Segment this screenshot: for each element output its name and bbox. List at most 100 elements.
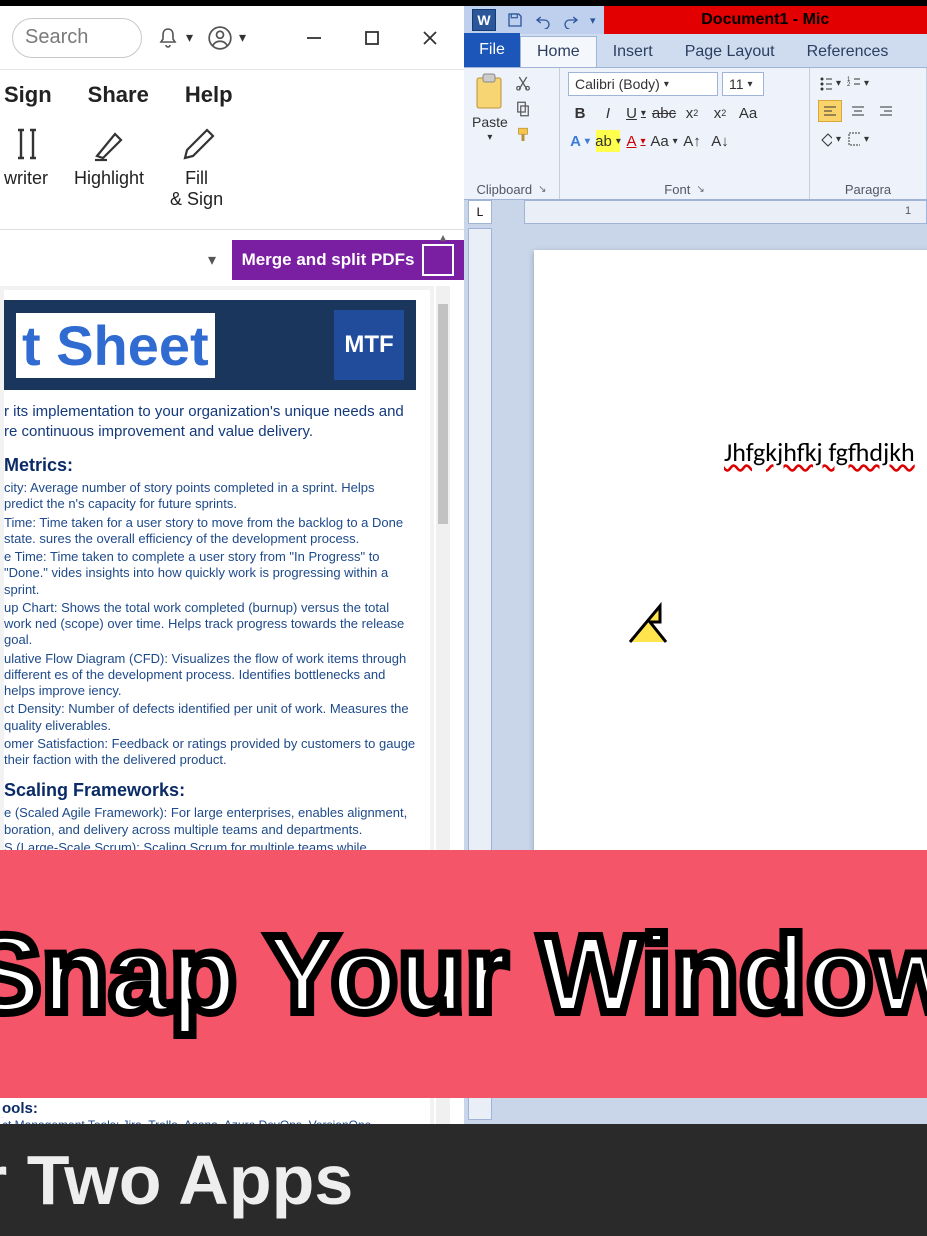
overlay-banner-main: Snap Your Window <box>0 850 927 1098</box>
text-effects-button[interactable]: A <box>568 130 592 152</box>
strikethrough-button[interactable]: abc <box>652 102 676 124</box>
tab-page-layout[interactable]: Page Layout <box>669 37 791 67</box>
undo-icon[interactable] <box>534 11 552 29</box>
numbering-button[interactable]: 12 <box>846 72 870 94</box>
notifications-button[interactable] <box>156 26 193 50</box>
redo-icon[interactable] <box>562 11 580 29</box>
svg-text:2: 2 <box>847 82 851 88</box>
metric-item: city: Average number of story points com… <box>4 480 416 513</box>
bell-icon <box>156 26 180 50</box>
format-painter-icon[interactable] <box>514 126 532 144</box>
overlay-bottom-text: r Two Apps <box>0 1140 353 1220</box>
superscript-button[interactable]: x2 <box>708 102 732 124</box>
font-color-button[interactable]: A <box>624 130 648 152</box>
tab-references[interactable]: References <box>791 37 905 67</box>
minimize-button[interactable] <box>292 16 336 60</box>
pen-icon <box>177 124 217 164</box>
tool-label: Fill & Sign <box>170 168 223 210</box>
banner-dropdown[interactable]: ▾ <box>208 250 216 270</box>
typewriter-tool[interactable]: writer <box>4 124 48 189</box>
group-clipboard: Paste ▾ Clipboard <box>464 68 560 199</box>
scroll-up-button[interactable]: ▴ <box>436 230 450 244</box>
save-icon[interactable] <box>506 11 524 29</box>
section-heading-tools: ools: <box>0 1098 430 1117</box>
tab-insert[interactable]: Insert <box>597 37 669 67</box>
subscript-button[interactable]: x2 <box>680 102 704 124</box>
grow-font-button[interactable]: A↑ <box>680 130 704 152</box>
ribbon-tabs: File Home Insert Page Layout References <box>464 34 927 68</box>
overlay-banner-bottom: r Two Apps <box>0 1124 927 1236</box>
close-icon <box>421 29 439 47</box>
metric-item: ct Density: Number of defects identified… <box>4 701 416 734</box>
quick-access-toolbar: W ▾ <box>464 9 604 31</box>
change-case-button[interactable]: Aa <box>736 102 760 124</box>
metric-item: Time: Time taken for a user story to mov… <box>4 515 416 548</box>
cut-icon[interactable] <box>514 74 532 92</box>
tool-label: Highlight <box>74 168 144 189</box>
bold-button[interactable]: B <box>568 102 592 124</box>
window-title: Document1 - Mic <box>604 6 927 34</box>
align-right-icon <box>878 103 894 119</box>
metric-item: e Time: Time taken to complete a user st… <box>4 549 416 598</box>
close-button[interactable] <box>408 16 452 60</box>
underline-button[interactable]: U <box>624 102 648 124</box>
group-font: Calibri (Body) 11 B I U abc x2 x2 Aa A a… <box>560 68 810 199</box>
copy-icon[interactable] <box>514 100 532 118</box>
section-heading-metrics: Metrics: <box>4 455 416 476</box>
group-label-paragraph: Paragra <box>818 180 918 199</box>
align-center-icon <box>850 103 866 119</box>
tool-label: writer <box>4 168 48 189</box>
font-size-combo[interactable]: 11 <box>722 72 764 96</box>
shading-button[interactable] <box>818 128 842 150</box>
highlight-color-button[interactable]: ab <box>596 130 620 152</box>
maximize-button[interactable] <box>350 16 394 60</box>
mtf-badge: MTF <box>334 310 404 380</box>
tab-selector[interactable]: L <box>468 200 492 224</box>
horizontal-ruler[interactable]: 1 <box>524 200 927 224</box>
pdf-toolstrip: writer Highlight Fill & Sign <box>0 120 464 230</box>
menu-help[interactable]: Help <box>185 82 233 108</box>
pdf-menubar: Sign Share Help <box>0 70 464 120</box>
metric-item: omer Satisfaction: Feedback or ratings p… <box>4 736 416 769</box>
word-titlebar: W ▾ Document1 - Mic <box>464 6 927 34</box>
maximize-icon <box>363 29 381 47</box>
doc-intro: r its implementation to your organizatio… <box>4 402 416 441</box>
highlight-tool[interactable]: Highlight <box>74 124 144 189</box>
fill-sign-tool[interactable]: Fill & Sign <box>170 124 223 210</box>
pdf-titlebar: Search <box>0 6 464 70</box>
group-label-clipboard[interactable]: Clipboard <box>472 180 551 199</box>
tab-home[interactable]: Home <box>520 36 597 67</box>
text-cursor-icon <box>6 124 46 164</box>
section-heading-scaling: Scaling Frameworks: <box>4 780 416 801</box>
menu-share[interactable]: Share <box>88 82 149 108</box>
borders-button[interactable] <box>846 128 870 150</box>
group-paragraph: 12 Paragra <box>810 68 927 199</box>
paste-button[interactable]: Paste ▾ <box>472 72 508 144</box>
minimize-icon <box>305 29 323 47</box>
font-name-combo[interactable]: Calibri (Body) <box>568 72 718 96</box>
scaling-item: e (Scaled Agile Framework): For large en… <box>4 805 416 838</box>
bullets-icon <box>819 75 832 91</box>
highlighter-icon <box>89 124 129 164</box>
paste-label: Paste <box>472 114 508 130</box>
shrink-font-button[interactable]: A↓ <box>708 130 732 152</box>
merge-split-banner[interactable]: Merge and split PDFs <box>232 240 464 280</box>
italic-button[interactable]: I <box>596 102 620 124</box>
align-left-button[interactable] <box>818 100 842 122</box>
char-scale-button[interactable]: Aa <box>652 130 676 152</box>
menu-sign[interactable]: Sign <box>4 82 52 108</box>
align-center-button[interactable] <box>846 100 870 122</box>
borders-icon <box>847 131 860 147</box>
search-input[interactable]: Search <box>12 18 142 58</box>
typed-text: Jhfgkjhfkj fgfhdjkh <box>724 436 915 468</box>
cursor-arrow-icon <box>624 598 668 648</box>
word-logo-icon: W <box>472 9 496 31</box>
tab-file[interactable]: File <box>464 33 520 67</box>
paint-bucket-icon <box>819 131 832 147</box>
account-button[interactable] <box>207 25 246 51</box>
group-label-font[interactable]: Font <box>568 180 801 199</box>
align-right-button[interactable] <box>874 100 898 122</box>
qat-customize[interactable]: ▾ <box>590 14 596 27</box>
ruler-tick: 1 <box>905 205 911 217</box>
bullets-button[interactable] <box>818 72 842 94</box>
